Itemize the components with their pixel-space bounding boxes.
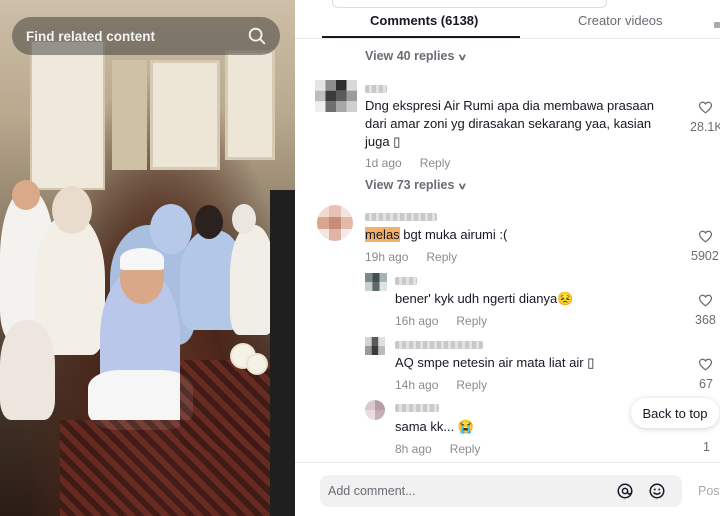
like-count: 368	[695, 313, 716, 327]
view-replies-label: View 73 replies	[365, 178, 455, 192]
video-scene-girl-head	[195, 205, 223, 239]
chevron-down-icon: ∨	[457, 181, 468, 191]
like-count: 5902	[691, 249, 719, 263]
video-scene-cabinet-2	[225, 50, 275, 160]
video-scene-woman-white-head	[52, 186, 92, 234]
comment-line: juga ▯	[365, 134, 401, 149]
comment-meta: 16h ago Reply	[395, 314, 487, 328]
reply-button[interactable]: Reply	[420, 156, 451, 170]
comment-text: melas bgt muka airumi :(	[365, 226, 507, 244]
comment-meta: 19h ago Reply	[365, 250, 457, 264]
heart-icon[interactable]	[698, 229, 713, 244]
comment-meta: 8h ago Reply	[395, 442, 480, 456]
related-search-bar[interactable]: Find related content	[12, 17, 280, 55]
add-comment-placeholder: Add comment...	[328, 484, 416, 498]
tab-creator-videos[interactable]: Creator videos	[578, 13, 663, 28]
heart-icon[interactable]	[698, 100, 713, 115]
heart-icon[interactable]	[698, 357, 713, 372]
comment-timestamp: 8h ago	[395, 442, 432, 456]
reply-text: AQ smpe netesin air mata liat air ▯	[395, 355, 595, 370]
tab-bar: Comments (6138) Creator videos	[295, 0, 720, 39]
comment-timestamp: 1d ago	[365, 156, 402, 170]
avatar[interactable]	[365, 273, 387, 291]
video-scene-foreground-arm	[0, 320, 55, 420]
video-scene-woman-right	[230, 225, 275, 335]
emoji-icon[interactable]	[648, 482, 666, 500]
reply-button[interactable]: Reply	[426, 250, 457, 264]
commenter-name[interactable]	[395, 341, 483, 349]
video-scene-shelf	[112, 60, 147, 170]
avatar[interactable]	[365, 400, 385, 420]
search-icon[interactable]	[246, 25, 268, 47]
comment-line: bgt muka airumi :(	[399, 227, 508, 242]
reply-text: bener' kyk udh ngerti dianya😣	[395, 291, 574, 306]
highlighted-keyword[interactable]: melas	[365, 227, 400, 242]
avatar[interactable]	[365, 337, 385, 355]
video-scene-woman-right-head	[232, 204, 256, 234]
commenter-name[interactable]	[365, 85, 387, 93]
back-to-top-button[interactable]: Back to top	[631, 398, 719, 428]
comment-meta: 14h ago Reply	[395, 378, 487, 392]
video-scene-boy-cap	[120, 248, 164, 270]
comment-composer: Add comment... Post	[295, 462, 720, 516]
comment-line: dari amar zoni yg dirasakan sekarang yaa…	[365, 116, 652, 131]
comments-panel: Comments (6138) Creator videos View 40 r…	[295, 0, 720, 516]
heart-icon[interactable]	[698, 293, 713, 308]
like-count: 28.1K	[690, 120, 720, 134]
mention-icon[interactable]	[616, 482, 634, 500]
view-replies-link[interactable]: View 73 replies ∨	[365, 178, 468, 192]
comment-timestamp: 16h ago	[395, 314, 439, 328]
video-scene-rug-2	[180, 360, 280, 450]
video-player[interactable]: Find related content	[0, 0, 295, 516]
related-search-placeholder: Find related content	[26, 28, 156, 44]
commenter-name[interactable]	[365, 213, 437, 221]
reply-button[interactable]: Reply	[450, 442, 481, 456]
video-scene-cabinet	[150, 60, 220, 170]
tab-overflow-indicator	[714, 22, 720, 28]
comment-meta: 1d ago Reply	[365, 156, 450, 170]
comment-timestamp: 19h ago	[365, 250, 409, 264]
tab-comments[interactable]: Comments (6138)	[370, 13, 478, 28]
comment-text: Dng ekspresi Air Rumi apa dia membawa pr…	[365, 97, 654, 151]
avatar[interactable]	[315, 80, 357, 112]
comment-timestamp: 14h ago	[395, 378, 439, 392]
reply-button[interactable]: Reply	[456, 314, 487, 328]
view-replies-label: View 40 replies	[365, 49, 455, 63]
commenter-name[interactable]	[395, 404, 439, 412]
add-comment-input[interactable]: Add comment...	[320, 475, 682, 507]
comment-line: Dng ekspresi Air Rumi apa dia membawa pr…	[365, 98, 655, 113]
video-scene-foreground-dark	[270, 190, 295, 516]
like-count: 67	[699, 377, 713, 391]
reply-button[interactable]: Reply	[456, 378, 487, 392]
chevron-down-icon: ∨	[457, 52, 468, 62]
post-button[interactable]: Post	[698, 484, 720, 498]
video-scene-flowers-2	[248, 355, 266, 373]
video-scene-door	[30, 40, 105, 190]
commenter-name[interactable]	[395, 277, 417, 285]
like-count: 1	[703, 440, 710, 454]
tab-active-indicator	[322, 36, 520, 38]
avatar[interactable]	[317, 205, 353, 241]
video-scene-guest-head	[12, 180, 40, 210]
view-replies-link[interactable]: View 40 replies ∨	[365, 49, 468, 63]
reply-text: sama kk... 😭	[395, 419, 475, 434]
